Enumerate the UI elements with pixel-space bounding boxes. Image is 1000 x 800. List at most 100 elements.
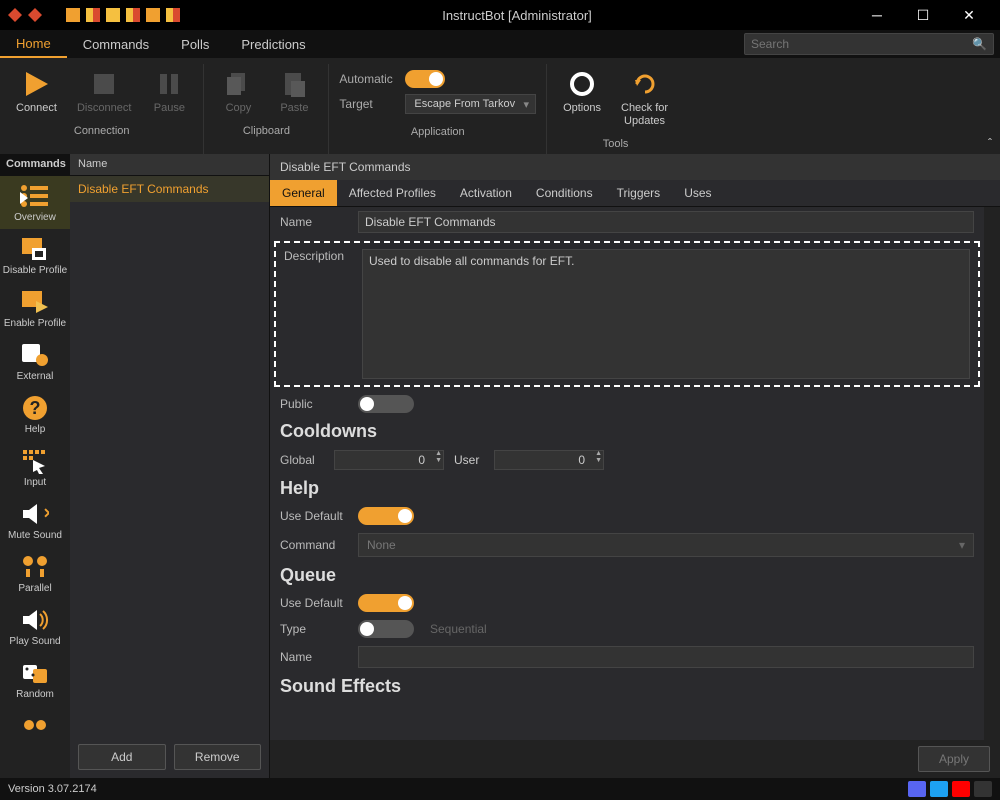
refresh-icon — [629, 68, 661, 100]
cooldowns-row: Global ▲▼ User ▲▼ — [270, 446, 984, 474]
quick-icon[interactable] — [86, 8, 100, 22]
automatic-toggle[interactable] — [405, 70, 445, 88]
sidebar-item-mute-sound[interactable]: ✕ Mute Sound — [0, 494, 70, 547]
queue-use-default-toggle[interactable] — [358, 594, 414, 612]
connect-button[interactable]: Connect — [10, 64, 63, 119]
help-icon: ? — [19, 394, 51, 422]
queue-default-row: Use Default — [270, 590, 984, 616]
sidebar-item-external[interactable]: External — [0, 335, 70, 388]
pause-button[interactable]: Pause — [145, 64, 193, 119]
description-input[interactable] — [362, 249, 970, 379]
global-input[interactable] — [334, 450, 444, 470]
quick-icon[interactable] — [146, 8, 160, 22]
menu-polls[interactable]: Polls — [165, 30, 225, 58]
options-button[interactable]: Options — [557, 64, 607, 119]
cooldowns-heading: Cooldowns — [270, 417, 984, 446]
sidebar-item-parallel[interactable]: Parallel — [0, 547, 70, 600]
overview-icon — [19, 182, 51, 210]
add-button[interactable]: Add — [78, 744, 166, 770]
tab-conditions[interactable]: Conditions — [524, 180, 605, 206]
copy-button[interactable]: Copy — [214, 64, 262, 119]
description-highlight-box: Description — [274, 241, 980, 387]
ribbon-group-clipboard: Copy Paste Clipboard — [204, 64, 329, 154]
bot-icon[interactable] — [974, 781, 992, 797]
search-input[interactable] — [751, 37, 972, 51]
tab-activation[interactable]: Activation — [448, 180, 524, 206]
sidebar-item-disable-profile[interactable]: Disable Profile — [0, 229, 70, 282]
enable-profile-icon — [19, 288, 51, 316]
tab-affected-profiles[interactable]: Affected Profiles — [337, 180, 448, 206]
help-use-default-toggle[interactable] — [358, 507, 414, 525]
minimize-button[interactable]: ─ — [854, 0, 900, 30]
name-input[interactable] — [358, 211, 974, 233]
type-row: Type Sequential — [270, 616, 984, 642]
maximize-button[interactable]: ☐ — [900, 0, 946, 30]
play-icon — [20, 68, 52, 100]
copy-icon — [222, 68, 254, 100]
icon-sidebar: Commands Overview Disable Profile Enable… — [0, 154, 70, 778]
public-label: Public — [280, 397, 348, 411]
sidebar-item-input[interactable]: Input — [0, 441, 70, 494]
sidebar-item-play-sound[interactable]: Play Sound — [0, 600, 70, 653]
statusbar: Version 3.07.2174 — [0, 778, 1000, 800]
tab-triggers[interactable]: Triggers — [605, 180, 673, 206]
app-icon — [8, 8, 22, 22]
gear-icon — [566, 68, 598, 100]
status-icons — [908, 781, 992, 797]
target-dropdown[interactable]: Escape From Tarkov — [405, 94, 536, 114]
disconnect-button[interactable]: Disconnect — [71, 64, 137, 119]
queue-name-label: Name — [280, 650, 348, 664]
menu-home[interactable]: Home — [0, 30, 67, 58]
scrollbar[interactable] — [984, 207, 1000, 740]
mute-icon: ✕ — [19, 500, 51, 528]
menubar: Home Commands Polls Predictions 🔍 — [0, 30, 1000, 58]
ribbon-collapse-button[interactable]: ˆ — [988, 136, 992, 150]
quick-icon[interactable] — [66, 8, 80, 22]
window-title: InstructBot [Administrator] — [180, 8, 854, 23]
remove-button[interactable]: Remove — [174, 744, 262, 770]
youtube-icon[interactable] — [952, 781, 970, 797]
spinner-icon[interactable]: ▲▼ — [595, 450, 602, 464]
check-updates-button[interactable]: Check for Updates — [615, 64, 674, 132]
menu-commands[interactable]: Commands — [67, 30, 165, 58]
command-label: Command — [280, 538, 348, 552]
version-label: Version 3.07.2174 — [8, 783, 97, 795]
discord-icon[interactable] — [908, 781, 926, 797]
play-sound-icon — [19, 606, 51, 634]
spinner-icon[interactable]: ▲▼ — [435, 450, 442, 464]
command-list-panel: Name Disable EFT Commands Add Remove — [70, 154, 270, 778]
user-input[interactable] — [494, 450, 604, 470]
twitter-icon[interactable] — [930, 781, 948, 797]
tab-uses[interactable]: Uses — [672, 180, 723, 206]
main-area: Commands Overview Disable Profile Enable… — [0, 154, 1000, 778]
ribbon-group-label: Application — [411, 120, 465, 142]
ribbon-group-label: Clipboard — [243, 119, 290, 141]
command-list-footer: Add Remove — [70, 736, 269, 778]
target-label: Target — [339, 97, 395, 111]
paste-button[interactable]: Paste — [270, 64, 318, 119]
quick-icon[interactable] — [166, 8, 180, 22]
queue-name-input[interactable] — [358, 646, 974, 668]
search-icon[interactable]: 🔍 — [972, 37, 987, 51]
sidebar-item-random[interactable]: Random — [0, 653, 70, 706]
more-icon — [19, 712, 51, 740]
type-value-label: Sequential — [430, 622, 487, 636]
quick-icon[interactable] — [106, 8, 120, 22]
app-icon — [28, 8, 42, 22]
sidebar-item-more[interactable] — [0, 706, 70, 746]
sidebar-item-help[interactable]: ? Help — [0, 388, 70, 441]
automatic-label: Automatic — [339, 72, 395, 86]
search-box[interactable]: 🔍 — [744, 33, 994, 55]
tab-general[interactable]: General — [270, 180, 337, 206]
command-list-header[interactable]: Name — [70, 154, 269, 176]
apply-button[interactable]: Apply — [918, 746, 990, 772]
public-toggle[interactable] — [358, 395, 414, 413]
menu-predictions[interactable]: Predictions — [225, 30, 321, 58]
sidebar-item-overview[interactable]: Overview — [0, 176, 70, 229]
quick-icon[interactable] — [126, 8, 140, 22]
command-row[interactable]: Disable EFT Commands — [70, 176, 269, 202]
close-button[interactable]: ✕ — [946, 0, 992, 30]
command-dropdown[interactable]: None — [358, 533, 974, 557]
sidebar-item-enable-profile[interactable]: Enable Profile — [0, 282, 70, 335]
type-toggle[interactable] — [358, 620, 414, 638]
